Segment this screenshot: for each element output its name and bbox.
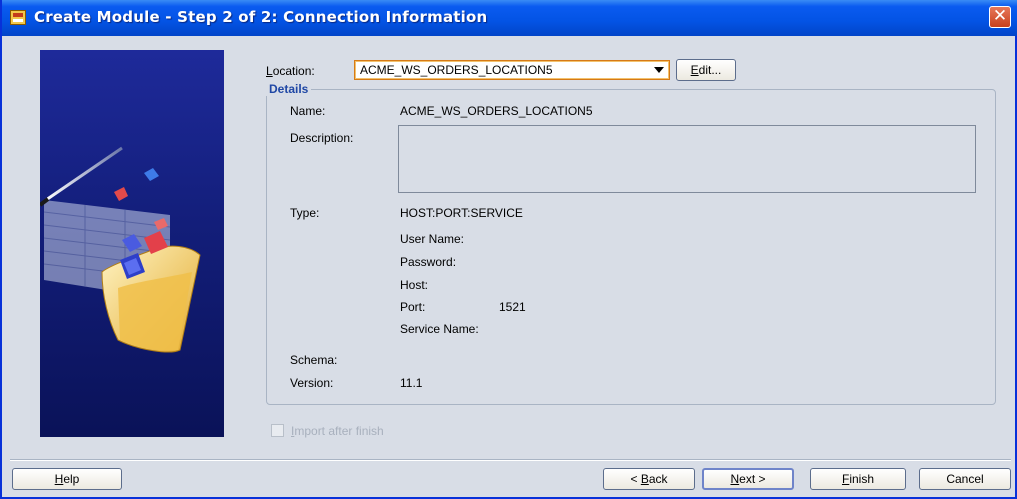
edit-location-button[interactable]: Edit... [676,59,736,81]
back-prefix: < [630,472,641,486]
close-icon: ✕ [992,6,1008,26]
close-button[interactable]: ✕ [989,6,1011,28]
title-bar[interactable]: Create Module - Step 2 of 2: Connection … [2,0,1017,36]
edit-mnemonic: E [690,63,699,77]
edit-rest: dit... [698,63,722,77]
back-mnemonic: B [640,472,649,486]
details-legend: Details [266,82,312,96]
port-value: 1521 [499,300,526,314]
dialog-window: Create Module - Step 2 of 2: Connection … [0,0,1017,499]
import-rest: mport after finish [294,424,384,438]
cancel-button[interactable]: Cancel [919,468,1011,490]
name-label: Name: [290,104,326,118]
host-label: Host: [400,278,429,292]
location-label-rest: ocation: [272,64,315,78]
location-selected-value: ACME_WS_ORDERS_LOCATION5 [360,63,553,77]
import-after-finish-checkbox[interactable] [271,424,284,437]
type-label: Type: [290,206,320,220]
button-separator [10,459,1011,461]
name-value: ACME_WS_ORDERS_LOCATION5 [400,104,593,118]
next-rest: ext > [739,472,766,486]
import-after-finish-label: Import after finish [291,424,384,438]
location-label-mnemonic: L [266,64,273,78]
location-label: Location: [266,64,315,78]
version-value: 11.1 [400,376,423,390]
app-icon [10,10,26,25]
schema-label: Schema: [290,353,338,367]
help-rest: elp [63,472,80,486]
back-rest: ack [648,472,668,486]
dropdown-arrow-icon [654,67,664,73]
service-name-label: Service Name: [400,322,479,336]
description-label: Description: [290,131,354,145]
location-dropdown[interactable]: ACME_WS_ORDERS_LOCATION5 [354,60,670,80]
window-title: Create Module - Step 2 of 2: Connection … [34,8,488,26]
next-mnemonic: N [730,472,740,486]
help-button[interactable]: Help [12,468,122,490]
user-name-label: User Name: [400,232,465,246]
description-field [398,125,976,193]
back-button[interactable]: < Back [603,468,695,490]
next-button[interactable]: Next > [702,468,794,490]
port-label: Port: [400,300,426,314]
version-label: Version: [290,376,334,390]
type-value: HOST:PORT:SERVICE [400,206,523,220]
wizard-folder-graphic [40,50,224,437]
password-label: Password: [400,255,457,269]
finish-button[interactable]: Finish [810,468,906,490]
finish-rest: inish [849,472,875,486]
